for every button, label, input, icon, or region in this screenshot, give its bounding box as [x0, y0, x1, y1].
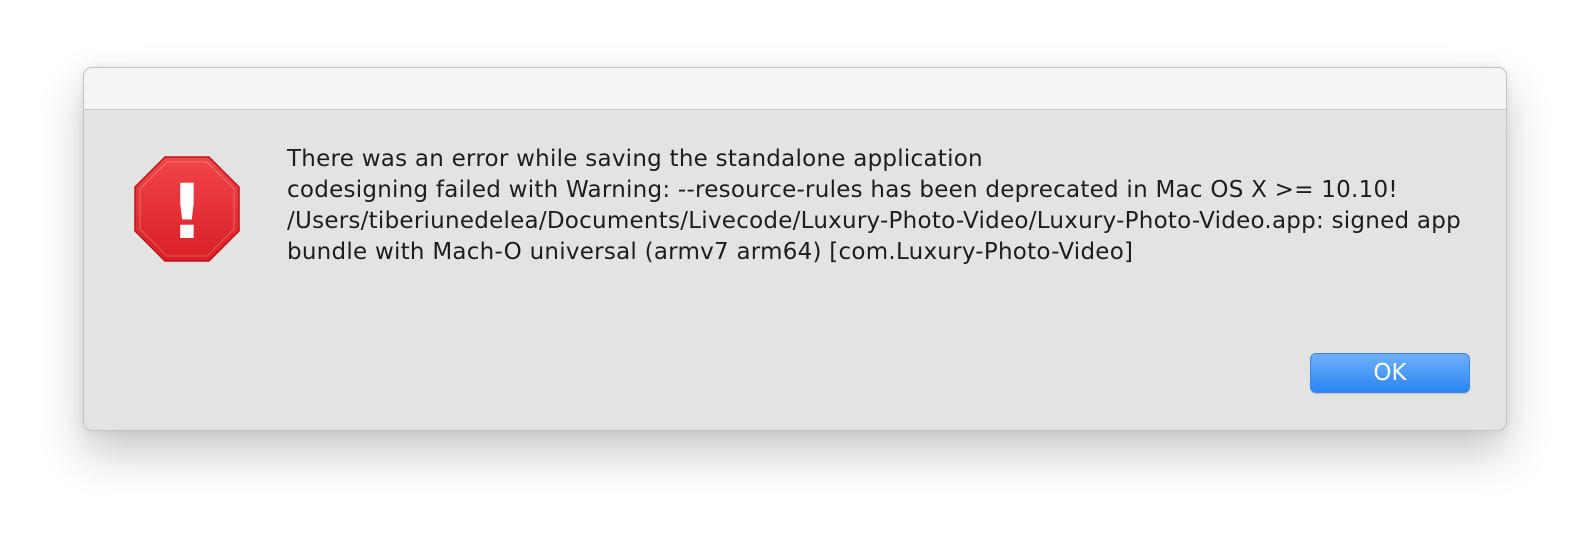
message-line-2: codesigning failed with Warning: --resou…: [287, 177, 1398, 203]
stop-alert-icon: !: [134, 156, 240, 262]
alert-message: There was an error while saving the stan…: [287, 144, 1477, 268]
alert-dialog: ! There was an error while saving the st…: [83, 67, 1507, 431]
message-line-1: There was an error while saving the stan…: [287, 146, 983, 172]
message-line-3: /Users/tiberiunedelea/Documents/Livecode…: [287, 208, 1469, 265]
ok-button[interactable]: OK: [1310, 353, 1470, 393]
exclamation-glyph: !: [170, 167, 205, 256]
dialog-titlebar[interactable]: [84, 68, 1506, 110]
